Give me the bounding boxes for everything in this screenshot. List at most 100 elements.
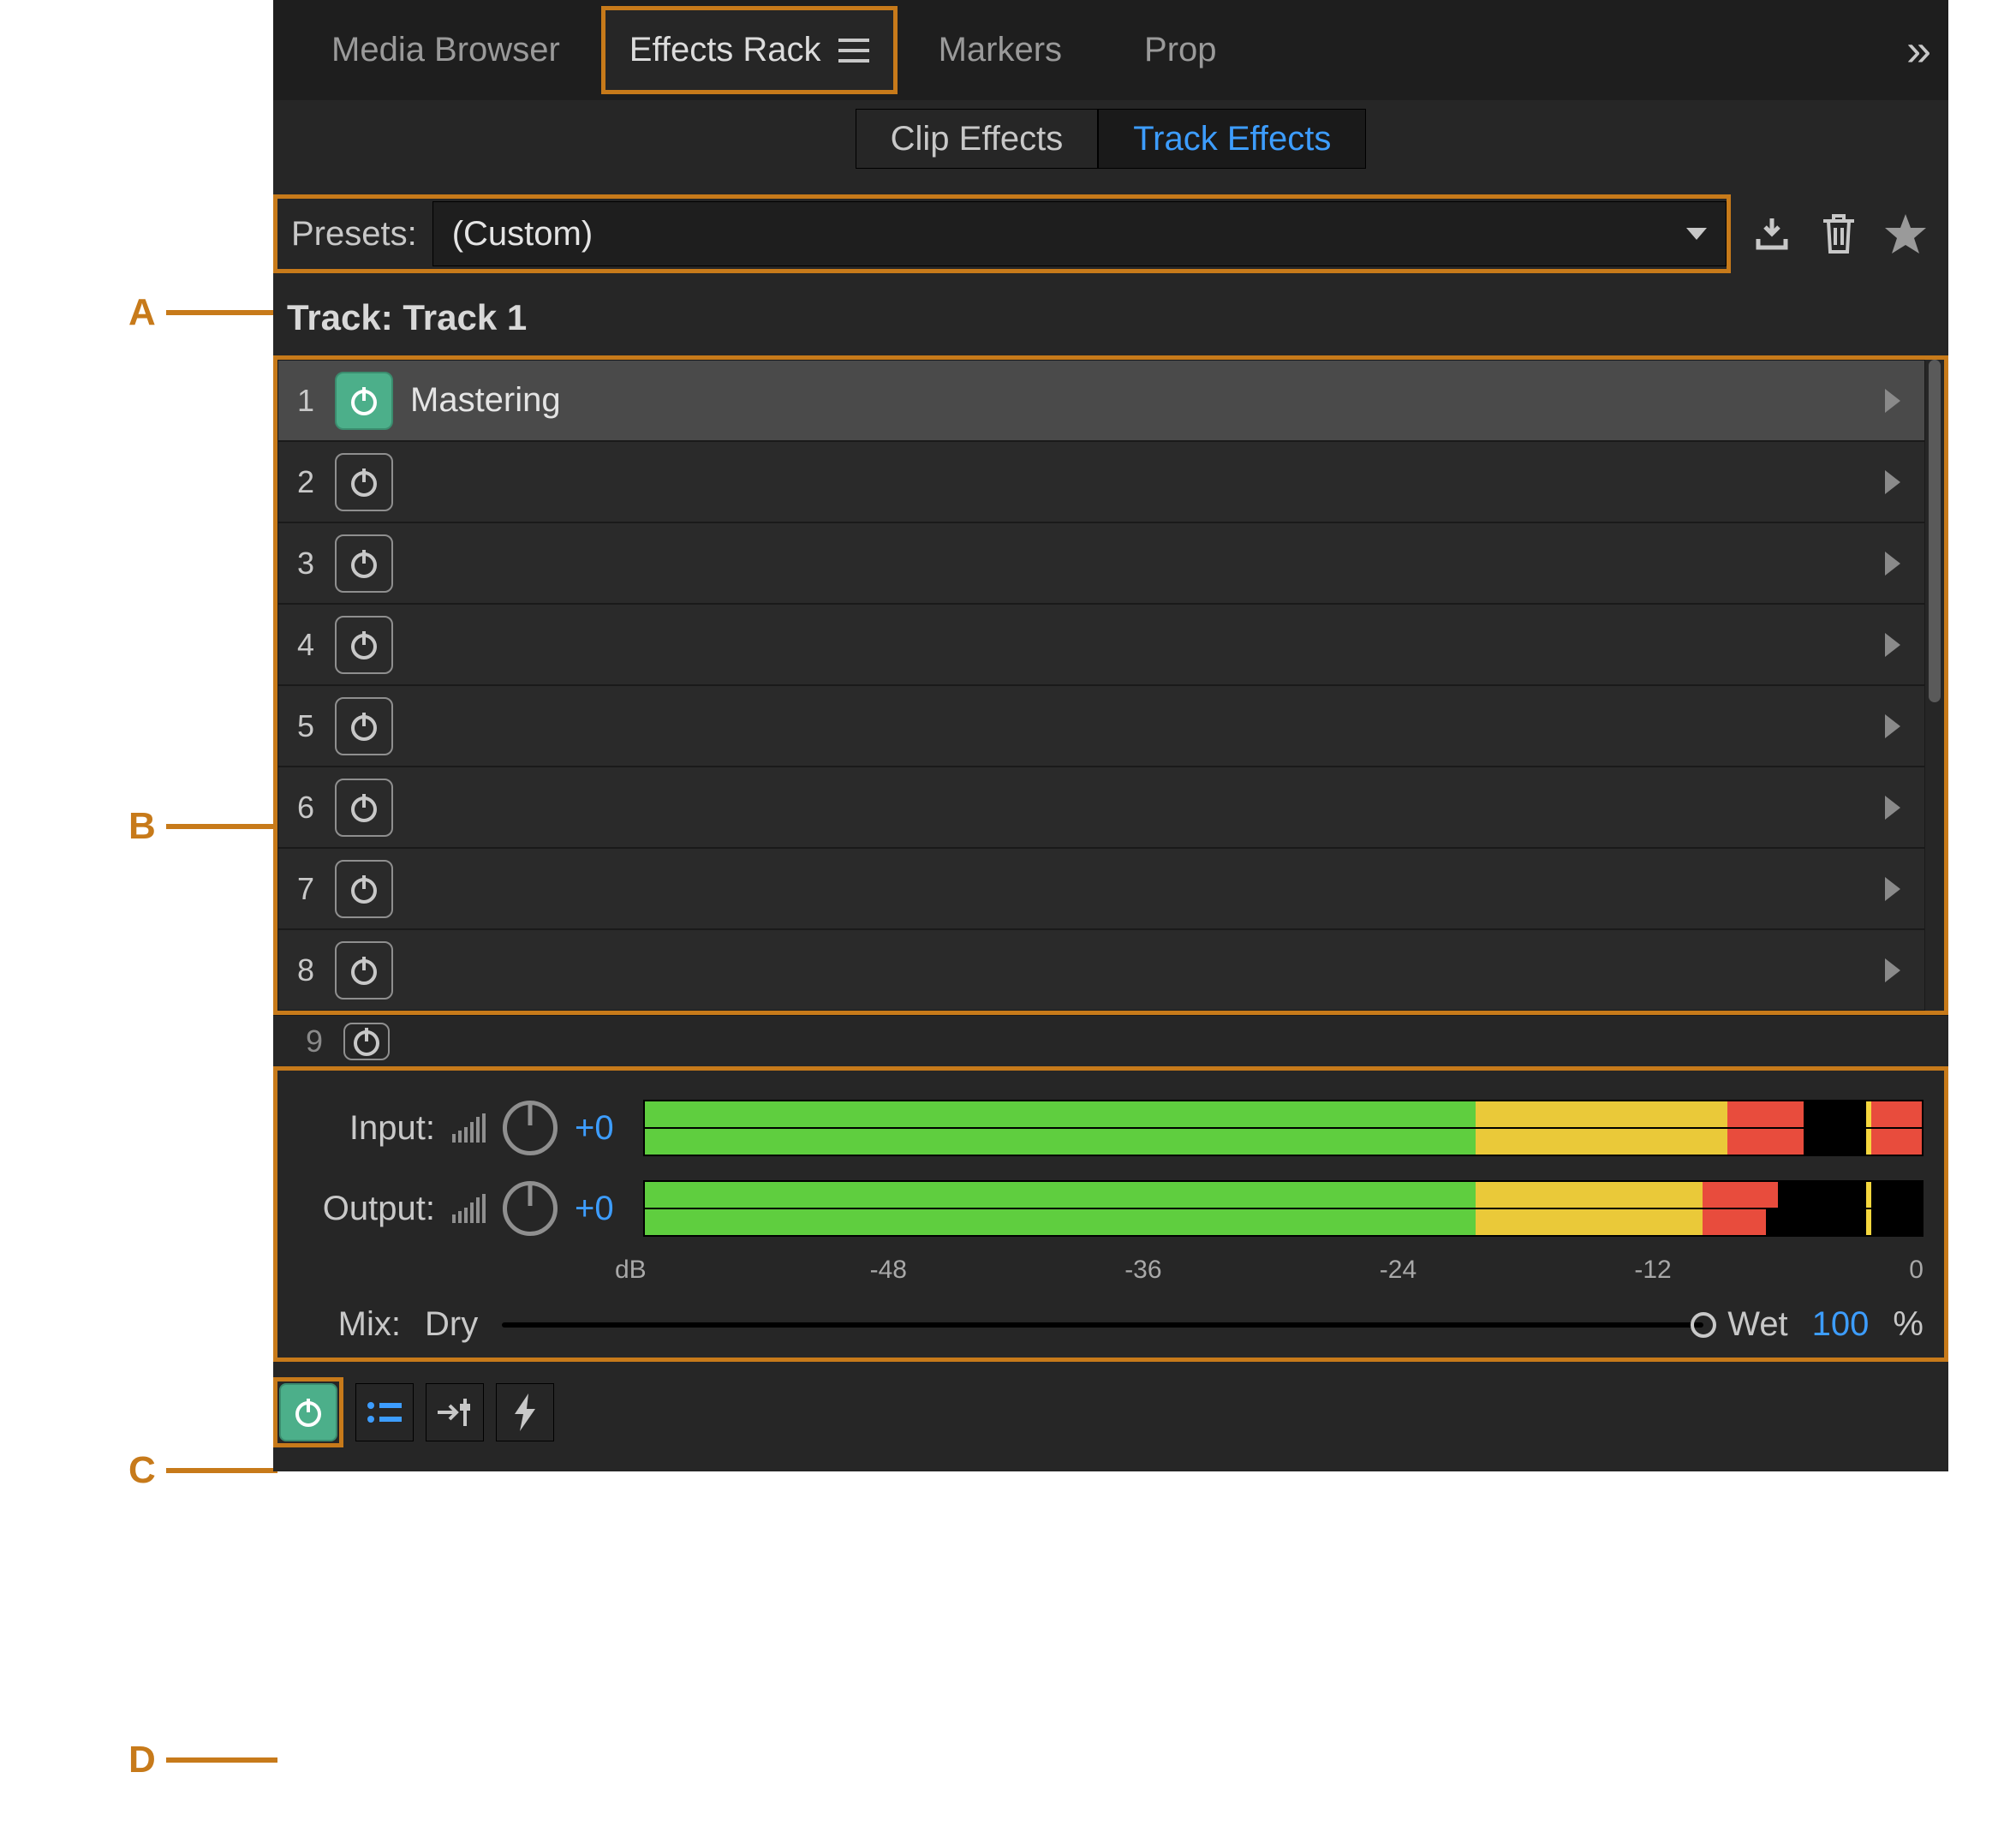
effect-slot-4[interactable]: 4 [277, 604, 1925, 685]
scale-tick: dB [615, 1256, 870, 1285]
output-gain-knob[interactable] [503, 1181, 558, 1236]
effect-slot-8[interactable]: 8 [277, 929, 1925, 1011]
effect-slot-3[interactable]: 3 [277, 522, 1925, 604]
panel-tabs: Media Browser Effects Rack Markers Prop … [273, 0, 1948, 100]
chevron-down-icon [1686, 228, 1707, 240]
slot-number: 8 [278, 952, 325, 988]
arrow-to-fader-icon [434, 1395, 475, 1429]
scale-tick: -24 [1380, 1256, 1635, 1285]
process-button[interactable] [496, 1383, 554, 1441]
slot-expand-icon[interactable] [1885, 470, 1900, 494]
presets-label: Presets: [277, 215, 432, 254]
slider-handle[interactable] [1691, 1312, 1716, 1338]
slot-expand-icon[interactable] [1885, 958, 1900, 982]
tab-effects-rack[interactable]: Effects Rack [601, 6, 898, 94]
effects-subtabs: Clip Effects Track Effects [273, 100, 1948, 177]
mix-wet-label: Wet [1727, 1305, 1787, 1344]
effects-rack-panel: Media Browser Effects Rack Markers Prop … [273, 0, 1948, 1471]
list-icon [366, 1398, 403, 1427]
mix-value[interactable]: 100 [1812, 1305, 1870, 1344]
tab-properties[interactable]: Prop [1103, 0, 1258, 100]
slot-number: 1 [278, 383, 325, 419]
slot-effect-name: Mastering [403, 381, 1885, 420]
slot-power-button[interactable] [343, 1023, 390, 1060]
output-gain-value[interactable]: +0 [575, 1190, 626, 1228]
slot-number: 4 [278, 627, 325, 663]
mix-unit: % [1893, 1305, 1924, 1344]
output-label: Output: [298, 1190, 435, 1228]
trash-icon [1820, 212, 1858, 255]
level-bars-icon [452, 1113, 486, 1143]
slot-expand-icon[interactable] [1885, 714, 1900, 738]
output-row: Output: +0 [298, 1168, 1924, 1249]
subtab-clip-effects[interactable]: Clip Effects [856, 109, 1099, 169]
input-meter [643, 1100, 1924, 1156]
scale-tick: -48 [870, 1256, 1125, 1285]
favorite-button[interactable] [1880, 208, 1931, 260]
track-label: Track: Track 1 [287, 297, 527, 337]
effect-slot-2[interactable]: 2 [277, 441, 1925, 522]
slot-power-button[interactable] [335, 941, 393, 1000]
presets-value: (Custom) [452, 215, 593, 254]
callout-c: C [128, 1449, 277, 1492]
effects-slots-list: 1 Mastering 2 3 4 5 6 7 8 [277, 360, 1925, 1011]
slot-power-button[interactable] [335, 779, 393, 837]
slot-number: 5 [278, 708, 325, 744]
slot-power-button[interactable] [335, 453, 393, 511]
callout-b: B [128, 805, 277, 848]
slot-power-button[interactable] [335, 860, 393, 918]
footer-toolbar [273, 1362, 1948, 1471]
apply-to-fader-button[interactable] [426, 1383, 484, 1441]
slot-expand-icon[interactable] [1885, 389, 1900, 413]
slot-power-button[interactable] [335, 534, 393, 593]
rack-power-box [273, 1377, 343, 1447]
slot-power-button[interactable] [335, 616, 393, 674]
slot-expand-icon[interactable] [1885, 796, 1900, 820]
toggle-list-button[interactable] [355, 1383, 414, 1441]
scale-tick: -12 [1634, 1256, 1889, 1285]
panel-menu-icon[interactable] [838, 39, 869, 63]
output-meter [643, 1180, 1924, 1237]
rack-power-button[interactable] [279, 1383, 337, 1441]
effect-slot-6[interactable]: 6 [277, 767, 1925, 848]
presets-row: Presets: (Custom) [273, 177, 1948, 289]
input-gain-knob[interactable] [503, 1101, 558, 1155]
slot-number: 7 [278, 871, 325, 907]
callout-a: A [128, 291, 277, 334]
slot-number: 3 [278, 546, 325, 582]
subtab-track-effects[interactable]: Track Effects [1098, 109, 1366, 169]
input-row: Input: +0 [298, 1088, 1924, 1168]
scrollbar-thumb[interactable] [1929, 360, 1941, 702]
mix-row: Mix: Dry Wet 100 % [298, 1285, 1924, 1344]
slot-expand-icon[interactable] [1885, 552, 1900, 576]
effect-slot-7[interactable]: 7 [277, 848, 1925, 929]
slot-power-button[interactable] [335, 372, 393, 430]
tab-effects-rack-label: Effects Rack [629, 31, 821, 69]
presets-box: Presets: (Custom) [273, 194, 1731, 273]
slot-number: 6 [278, 790, 325, 826]
star-icon [1883, 212, 1928, 255]
effect-slot-1[interactable]: 1 Mastering [277, 360, 1925, 441]
level-meters-box: Input: +0 Output: +0 dB -48 -36 -24 -12 [273, 1066, 1948, 1362]
presets-select[interactable]: (Custom) [432, 201, 1727, 266]
delete-preset-button[interactable] [1813, 208, 1864, 260]
input-gain-value[interactable]: +0 [575, 1109, 626, 1148]
tab-media-browser[interactable]: Media Browser [290, 0, 601, 100]
tab-markers[interactable]: Markers [898, 0, 1103, 100]
save-preset-button[interactable] [1746, 208, 1798, 260]
slot-power-button[interactable] [335, 697, 393, 755]
tabs-overflow-icon[interactable]: » [1906, 0, 1931, 100]
level-bars-icon [452, 1194, 486, 1223]
slot-expand-icon[interactable] [1885, 877, 1900, 901]
effect-slot-9-peek[interactable]: 9 [273, 1015, 1948, 1066]
effect-slot-5[interactable]: 5 [277, 685, 1925, 767]
mix-label: Mix: [298, 1305, 401, 1344]
scale-tick: -36 [1124, 1256, 1380, 1285]
slot-expand-icon[interactable] [1885, 633, 1900, 657]
callout-d: D [128, 1739, 277, 1781]
meter-scale: dB -48 -36 -24 -12 0 [298, 1249, 1924, 1285]
slot-number: 9 [287, 1023, 333, 1059]
mix-slider[interactable] [502, 1322, 1703, 1328]
slots-scrollbar[interactable] [1925, 360, 1944, 1011]
mix-dry-label: Dry [425, 1305, 478, 1344]
